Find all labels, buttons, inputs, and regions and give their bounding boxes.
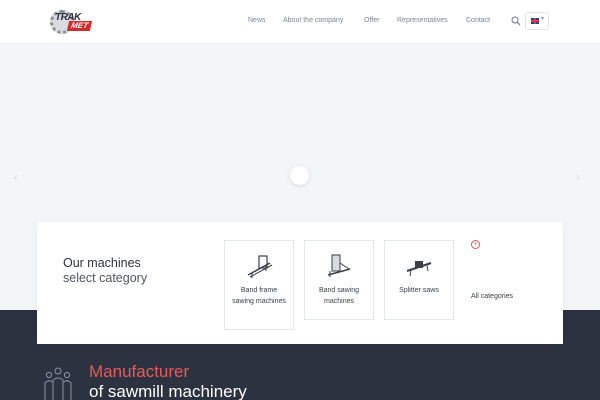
category-band-sawing-machines[interactable]: Band sawing machines	[304, 240, 374, 320]
chevron-down-icon: ▾	[541, 16, 545, 22]
plus-circle-icon: +	[471, 240, 480, 249]
nav-contact[interactable]: Contact	[466, 17, 490, 24]
slider-dot[interactable]	[290, 166, 309, 185]
category-splitter-saws[interactable]: Splitter saws	[384, 240, 454, 320]
machines-card: Our machines select category Band frame …	[37, 222, 563, 344]
logo-word-2: MET	[66, 21, 92, 31]
nav-representatives[interactable]: Representatives	[397, 17, 448, 24]
nav-about[interactable]: About the company	[283, 17, 343, 24]
manufacturer-heading: Manufacturer	[89, 362, 190, 381]
all-categories-link[interactable]: + All categories	[465, 238, 525, 318]
splitter-saw-icon	[406, 261, 432, 277]
people-icon	[44, 367, 72, 400]
nav-news[interactable]: News	[248, 17, 266, 24]
language-selector[interactable]: ▾	[525, 12, 549, 30]
slider-next-button[interactable]: ›	[576, 170, 580, 184]
category-band-frame-sawing-machines[interactable]: Band frame sawing machines	[224, 240, 294, 330]
category-label: Splitter saws	[399, 287, 439, 294]
all-categories-label: All categories	[471, 293, 514, 300]
category-label: Band sawing machines	[318, 287, 360, 305]
machines-title: Our machines	[63, 256, 141, 270]
category-label: Band frame sawing machines	[232, 287, 286, 305]
site-header: TRAK MET News About the company Offer Re…	[0, 0, 600, 44]
band-saw-icon	[327, 254, 351, 277]
slider-prev-button[interactable]: ‹	[14, 170, 18, 184]
manufacturer-subheading: of sawmill machinery	[89, 382, 247, 400]
machines-subtitle: select category	[63, 271, 148, 285]
band-frame-saw-icon	[247, 255, 273, 278]
nav-offer[interactable]: Offer	[364, 17, 379, 24]
logo[interactable]: TRAK MET	[50, 9, 100, 35]
uk-flag-icon	[531, 18, 539, 24]
search-icon[interactable]	[511, 16, 521, 26]
